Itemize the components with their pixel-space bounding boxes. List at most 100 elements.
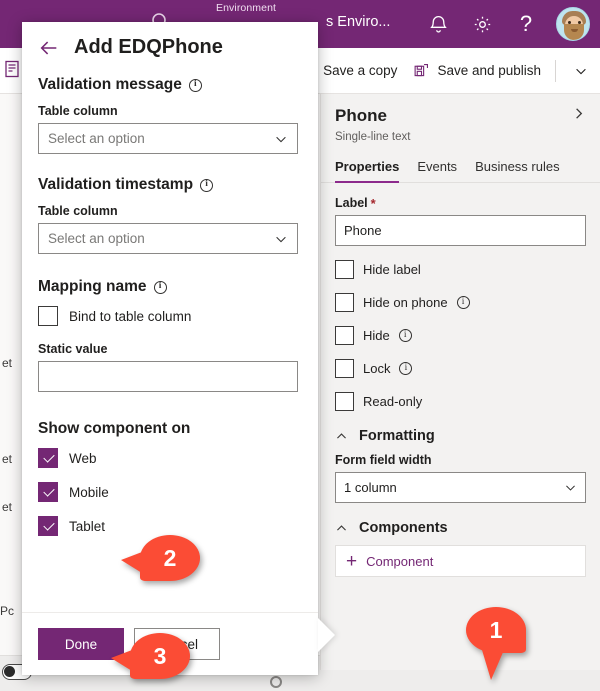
validation-message-table-column-select[interactable]: Select an option [38,123,298,154]
chevron-right-icon[interactable] [571,106,586,126]
annotation-pin-1: 1 [466,607,526,680]
flyout-header: Add EDQPhone [22,22,318,61]
properties-pane: Phone Single-line text Properties Events… [320,94,600,670]
help-glyph: ? [519,11,533,36]
avatar-eye-right [578,21,581,24]
required-asterisk: * [370,195,376,211]
add-component-label: Component [366,553,434,569]
tab-events[interactable]: Events [417,153,457,182]
annotation-pin-2: 2 [121,535,200,581]
tab-properties-label: Properties [335,159,400,174]
question-mark-help-icon[interactable]: ? [506,4,546,44]
form-field-width-select[interactable]: 1 column [335,472,586,503]
chevron-down-icon [274,232,288,246]
tab-business-rules-label: Business rules [475,159,560,174]
validation-timestamp-heading-text: Validation timestamp [38,176,194,193]
hide-on-phone-checkbox-row[interactable]: Hide on phone [335,293,586,312]
static-value-input[interactable] [38,361,298,392]
bind-to-table-column-checkbox[interactable] [38,306,58,326]
annotation-pin-3: 3 [111,633,190,679]
app-root: Environment s Enviro... ? Save a copy Sa… [0,0,600,691]
hide-label-checkbox[interactable] [335,260,354,279]
validation-timestamp-table-column-value: Select an option [48,231,145,246]
flyout-title: Add EDQPhone [74,36,223,58]
properties-pane-title: Phone [335,106,387,125]
show-component-on-heading-text: Show component on [38,420,191,437]
web-checkbox[interactable] [38,448,58,468]
mobile-label: Mobile [69,484,109,500]
web-label: Web [69,450,97,466]
avatar-eye-left [568,21,571,24]
validation-message-table-column-label: Table column [38,104,118,118]
properties-pane-subtitle: Single-line text [335,131,411,143]
annotation-pin-1-number: 1 [489,616,503,643]
form-field-width-value: 1 column [344,480,397,495]
back-arrow-icon[interactable] [38,37,60,59]
hide-on-phone-text: Hide on phone [363,295,448,310]
info-icon[interactable] [188,78,202,92]
formatting-section-header[interactable]: Formatting [335,428,586,444]
lock-text: Lock [363,361,391,376]
validation-message-heading: Validation message [38,76,302,94]
gear-icon[interactable] [462,4,502,44]
flyout-body: Validation message Table column Select a… [22,61,318,536]
show-component-on-heading: Show component on [38,420,302,438]
bind-to-table-column-row[interactable]: Bind to table column [38,306,302,326]
save-a-copy-button[interactable]: Save a copy [315,48,405,94]
bell-notification-icon[interactable] [418,4,458,44]
properties-pane-body: Label * Phone Hide label Hide on phone H… [321,183,600,577]
tab-events-label: Events [417,159,458,174]
plus-icon: + [346,550,358,572]
hide-checkbox[interactable] [335,326,354,345]
tab-business-rules[interactable]: Business rules [475,153,560,182]
annotation-pin-2-bubble: 2 [121,535,200,581]
command-overflow-chevron-down-icon[interactable] [562,64,600,78]
info-icon[interactable] [456,296,470,309]
label-input[interactable]: Phone [335,215,586,246]
tablet-checkbox[interactable] [38,516,58,536]
web-checkbox-row[interactable]: Web [38,448,302,468]
tablet-label: Tablet [69,518,106,534]
add-component-button[interactable]: + Component [335,545,586,577]
properties-pane-header: Phone Single-line text [321,94,600,153]
background-text-fragment-1: et [2,356,13,370]
info-icon[interactable] [153,280,167,294]
validation-timestamp-heading: Validation timestamp [38,176,302,194]
hide-on-phone-checkbox[interactable] [335,293,354,312]
tablet-checkbox-row[interactable]: Tablet [38,516,302,536]
lock-checkbox[interactable] [335,359,354,378]
mobile-checkbox[interactable] [38,482,58,502]
mapping-name-heading-text: Mapping name [38,278,147,295]
annotation-pin-3-number: 3 [153,642,167,669]
formatting-section-title: Formatting [359,428,435,444]
tab-properties[interactable]: Properties [335,153,400,183]
hide-checkbox-row[interactable]: Hide [335,326,586,345]
save-and-publish-icon [413,62,430,79]
background-status-dot [270,676,282,688]
read-only-checkbox[interactable] [335,392,354,411]
static-value-label: Static value [38,342,108,356]
label-field-label: Label * [335,196,586,210]
save-and-publish-label: Save and publish [437,63,542,78]
topbar-actions: ? [418,0,590,48]
save-and-publish-button[interactable]: Save and publish [405,48,549,94]
info-icon[interactable] [399,362,413,375]
form-designer-icon[interactable] [4,60,20,78]
user-avatar[interactable] [556,7,590,41]
mobile-checkbox-row[interactable]: Mobile [38,482,302,502]
hide-label-checkbox-row[interactable]: Hide label [335,260,586,279]
read-only-checkbox-row[interactable]: Read-only [335,392,586,411]
lock-checkbox-row[interactable]: Lock [335,359,586,378]
chevron-down-icon [564,481,577,494]
components-section-header[interactable]: Components [335,520,586,536]
annotation-pin-2-number: 2 [163,544,177,571]
info-icon[interactable] [398,329,412,342]
chevron-up-icon [335,430,348,443]
environment-name[interactable]: s Enviro... [326,14,390,30]
properties-tablist: Properties Events Business rules [321,153,600,183]
info-icon[interactable] [200,178,214,192]
components-section-title: Components [359,520,448,536]
hide-text: Hide [363,328,390,343]
annotation-pin-3-bubble: 3 [111,633,190,679]
validation-timestamp-table-column-select[interactable]: Select an option [38,223,298,254]
